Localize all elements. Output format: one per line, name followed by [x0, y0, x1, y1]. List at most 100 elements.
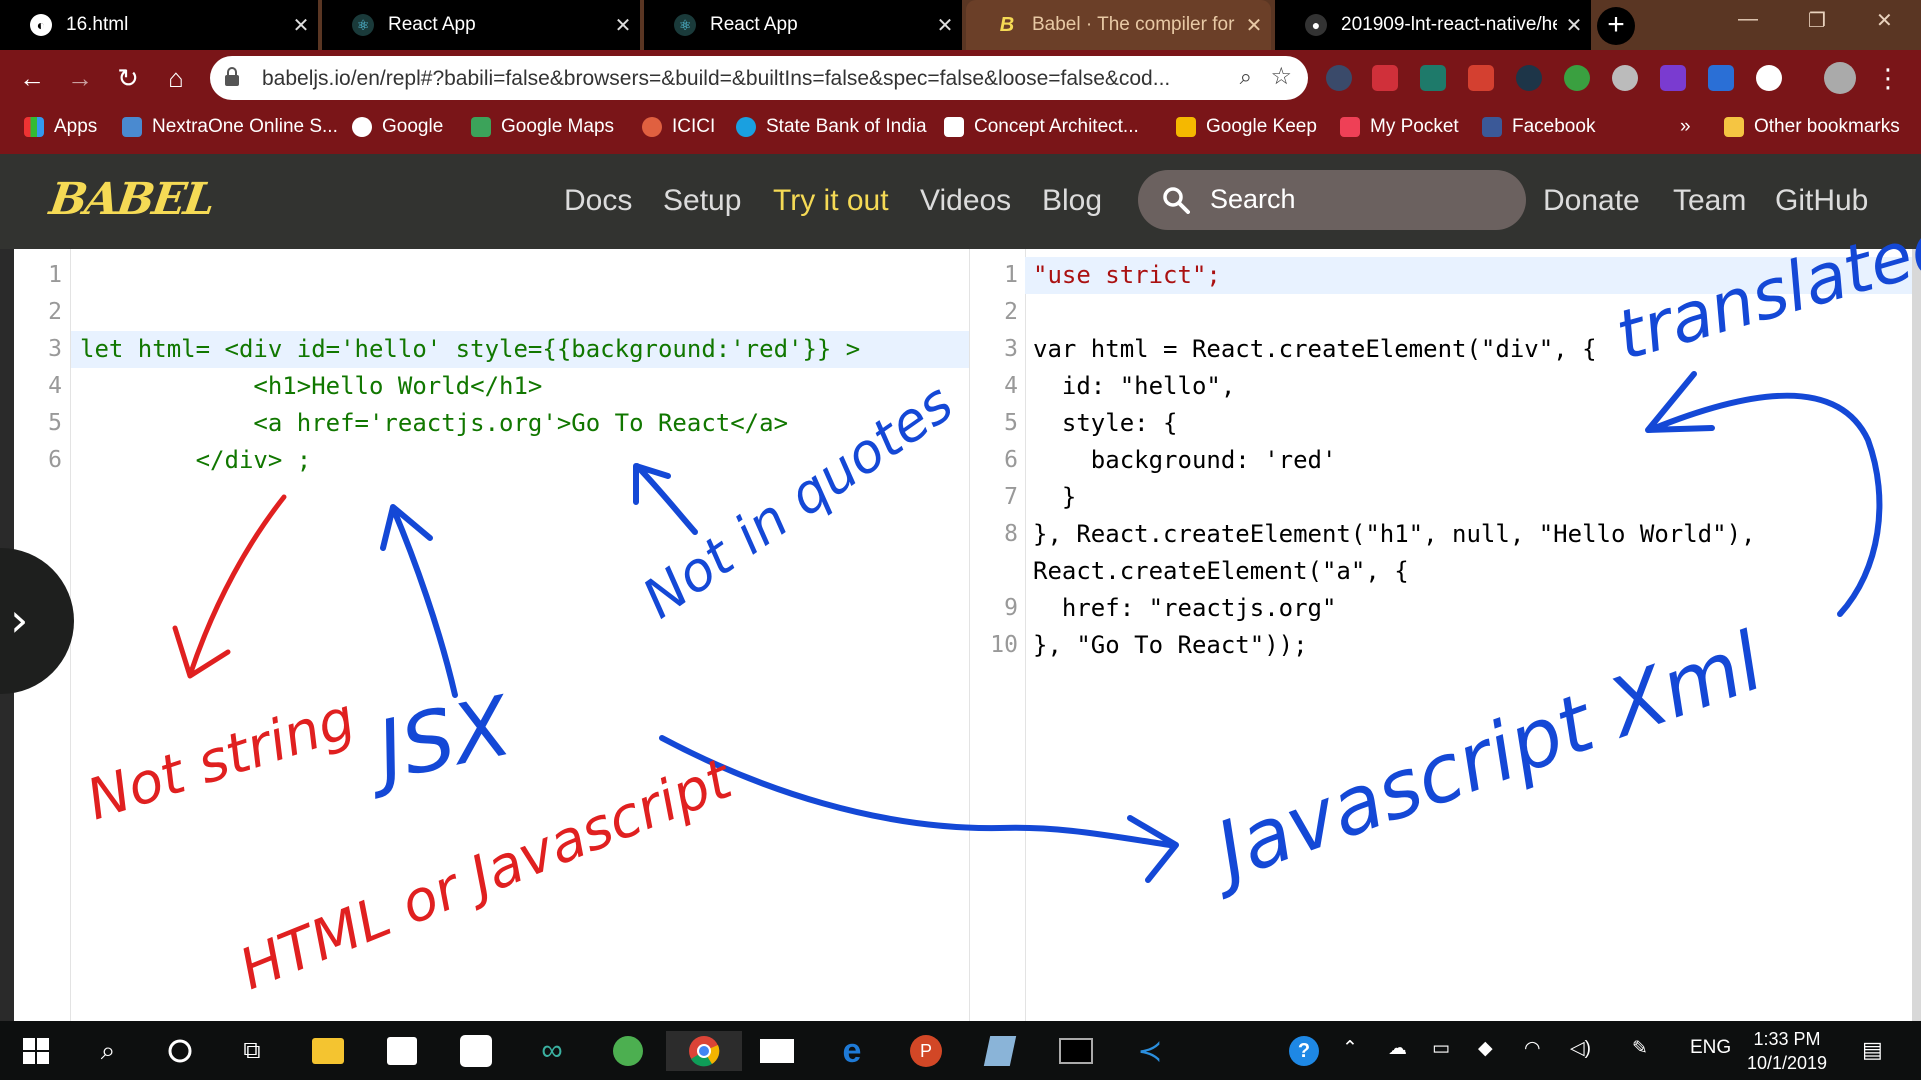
chrome-icon[interactable] — [666, 1031, 742, 1071]
clock[interactable]: 1:33 PM 10/1/2019 — [1742, 1027, 1832, 1075]
chevron-up-icon[interactable]: ⌃ — [1342, 1037, 1358, 1060]
code-line: <h1>Hello World</h1> — [80, 372, 543, 400]
close-window-icon[interactable]: ✕ — [1876, 8, 1893, 33]
zoom-icon[interactable]: ⌕ — [1240, 64, 1252, 90]
search-input[interactable]: Search — [1138, 170, 1526, 230]
store-icon[interactable] — [382, 1031, 422, 1071]
bookmark-concept[interactable]: Concept Architect... — [944, 116, 1139, 138]
bookmark-label: Concept Architect... — [974, 116, 1139, 137]
search-icon — [1163, 187, 1190, 214]
address-bar[interactable]: babeljs.io/en/repl#?babili=false&browser… — [210, 56, 1308, 100]
dropbox-icon[interactable] — [1708, 65, 1734, 91]
line-number: 4 — [48, 373, 62, 399]
bookmark-nextraone[interactable]: NextraOne Online S... — [122, 116, 338, 138]
home-icon[interactable]: ⌂ — [158, 60, 194, 96]
minimize-icon[interactable]: — — [1738, 8, 1758, 31]
code-line: style: { — [1033, 409, 1178, 437]
dropbox-tray-icon[interactable]: ◆ — [1478, 1037, 1493, 1060]
pen-workspace-icon[interactable]: ✎ — [1632, 1037, 1648, 1060]
line-number: 5 — [48, 410, 62, 436]
tab-16-html[interactable]: ◐ 16.html ✕ — [0, 0, 318, 50]
wifi-icon[interactable]: ◠ — [1524, 1037, 1541, 1060]
close-tab-icon[interactable]: ✕ — [928, 13, 962, 38]
terminal-icon[interactable] — [1056, 1031, 1096, 1071]
bookmarks-overflow[interactable]: » — [1680, 116, 1691, 138]
notes-app-icon[interactable] — [980, 1031, 1020, 1071]
nav-blog[interactable]: Blog — [1042, 184, 1102, 218]
restore-icon[interactable]: ❐ — [1808, 8, 1826, 33]
tab-babel[interactable]: B Babel · The compiler for ne ✕ — [966, 0, 1271, 50]
task-view-icon[interactable]: ⧉ — [232, 1031, 272, 1071]
bookmark-star-icon[interactable]: ☆ — [1270, 62, 1292, 91]
line-number: 6 — [1004, 447, 1018, 473]
other-bookmarks[interactable]: Other bookmarks — [1724, 116, 1900, 138]
forward-icon[interactable]: → — [62, 60, 98, 96]
search-icon[interactable]: ⌕ — [88, 1031, 128, 1071]
evernote-icon[interactable] — [1564, 65, 1590, 91]
nav-donate[interactable]: Donate — [1543, 184, 1640, 218]
dropbox-icon[interactable] — [456, 1031, 496, 1071]
onenote-icon[interactable] — [1660, 65, 1686, 91]
extension-icon[interactable] — [1326, 65, 1352, 91]
close-tab-icon[interactable]: ✕ — [1557, 13, 1591, 38]
extension-icon[interactable] — [1612, 65, 1638, 91]
line-number: 7 — [1004, 484, 1018, 510]
output-code-editor[interactable]: 1 2 3 4 5 6 7 8 9 10 "use strict"; var h… — [969, 249, 1921, 1021]
bookmark-google[interactable]: Google — [352, 116, 443, 138]
notifications-icon[interactable]: ▤ — [1862, 1037, 1883, 1063]
back-icon[interactable]: ← — [14, 60, 50, 96]
cortana-icon[interactable] — [160, 1031, 200, 1071]
help-icon[interactable]: ? — [1284, 1031, 1324, 1071]
bookmark-facebook[interactable]: Facebook — [1482, 116, 1595, 138]
tab-github[interactable]: ● 201909-lnt-react-native/he ✕ — [1275, 0, 1591, 50]
input-code-editor[interactable]: 1 2 3 4 5 6 let html= <div id='hello' st… — [0, 249, 969, 1021]
bookmark-sbi[interactable]: State Bank of India — [736, 116, 927, 138]
nav-team[interactable]: Team — [1673, 184, 1746, 218]
react-devtools-icon[interactable] — [1516, 65, 1542, 91]
globe-icon: ◐ — [30, 14, 52, 36]
nav-setup[interactable]: Setup — [663, 184, 741, 218]
mail-icon[interactable] — [757, 1031, 797, 1071]
new-tab-button[interactable]: + — [1597, 7, 1635, 45]
bookmark-apps[interactable]: Apps — [24, 116, 97, 138]
babel-logo[interactable]: BABEL — [46, 174, 216, 225]
language-indicator[interactable]: ENG — [1690, 1037, 1731, 1059]
infinity-app-icon[interactable]: ∞ — [532, 1031, 572, 1071]
close-tab-icon[interactable]: ✕ — [284, 13, 318, 38]
extension-icon[interactable] — [1420, 65, 1446, 91]
onedrive-icon[interactable]: ☁ — [1388, 1037, 1407, 1060]
extension-icon[interactable] — [1372, 65, 1398, 91]
extension-icon[interactable] — [1756, 65, 1782, 91]
line-number: 4 — [1004, 373, 1018, 399]
line-number: 2 — [48, 299, 62, 325]
volume-icon[interactable]: ◁) — [1570, 1037, 1591, 1060]
code-line: "use strict"; — [1033, 261, 1221, 289]
menu-icon[interactable]: ⋮ — [1870, 60, 1906, 96]
nav-try-it-out[interactable]: Try it out — [773, 184, 889, 218]
bookmark-google-keep[interactable]: Google Keep — [1176, 116, 1317, 138]
nav-github[interactable]: GitHub — [1775, 184, 1868, 218]
vscode-icon[interactable]: ≺ — [1130, 1031, 1170, 1071]
nav-videos[interactable]: Videos — [920, 184, 1011, 218]
gmail-extension-icon[interactable] — [1468, 65, 1494, 91]
battery-icon[interactable]: ▭ — [1432, 1037, 1450, 1060]
right-scrollbar[interactable] — [1912, 249, 1921, 1021]
powerpoint-icon[interactable]: P — [906, 1031, 946, 1071]
bookmark-google-maps[interactable]: Google Maps — [471, 116, 614, 138]
lock-icon — [225, 67, 239, 86]
avatar[interactable] — [1824, 62, 1856, 94]
code-line: var html = React.createElement("div", { — [1033, 335, 1597, 363]
bookmark-pocket[interactable]: My Pocket — [1340, 116, 1459, 138]
code-line: React.createElement("a", { — [1033, 557, 1409, 585]
tab-react-app-1[interactable]: ⚛ React App ✕ — [322, 0, 640, 50]
file-explorer-icon[interactable] — [308, 1031, 348, 1071]
nav-docs[interactable]: Docs — [564, 184, 632, 218]
reload-icon[interactable]: ↻ — [110, 60, 146, 96]
windows-start-icon[interactable] — [16, 1031, 56, 1071]
close-tab-icon[interactable]: ✕ — [1237, 13, 1271, 38]
bookmark-icici[interactable]: ICICI — [642, 116, 715, 138]
leaf-app-icon[interactable] — [608, 1031, 648, 1071]
edge-icon[interactable]: e — [832, 1031, 872, 1071]
close-tab-icon[interactable]: ✕ — [606, 13, 640, 38]
tab-react-app-2[interactable]: ⚛ React App ✕ — [644, 0, 962, 50]
